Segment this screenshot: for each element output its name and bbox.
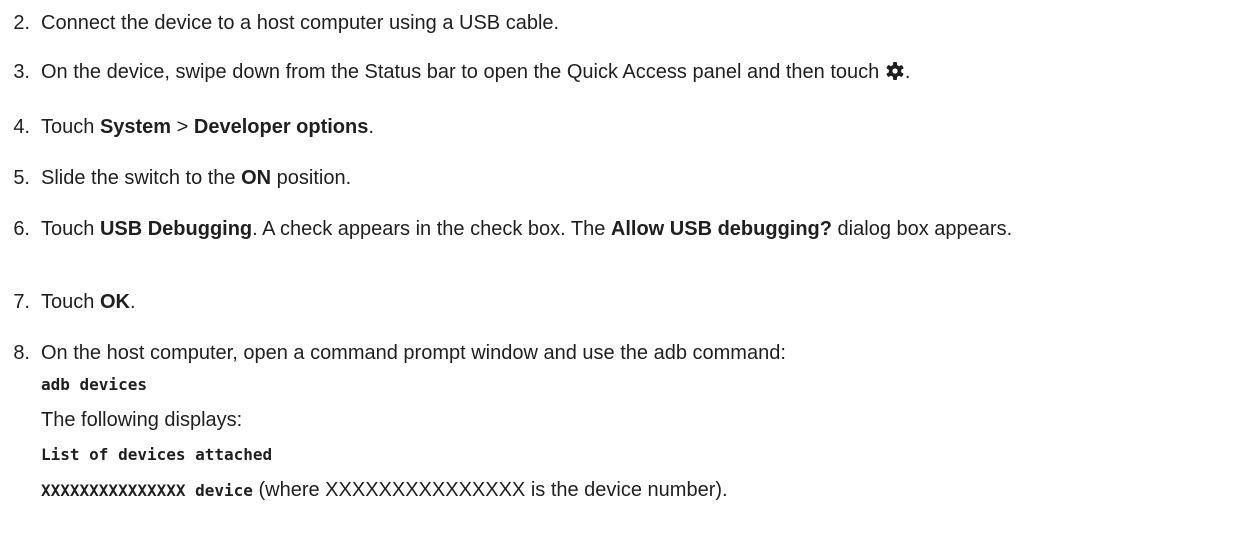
menu-separator: > (171, 116, 194, 138)
step-text: Touch (41, 218, 100, 240)
instruction-page: 2. Connect the device to a host computer… (0, 0, 1249, 554)
step-content: On the device, swipe down from the Statu… (41, 59, 1241, 85)
step-content: Touch OK. (41, 289, 1241, 315)
step-number: 7. (13, 291, 30, 313)
step-text-middle: . A check appears in the check box. The (252, 218, 611, 240)
step-text: Slide the switch to the (41, 167, 242, 189)
switch-state-on: ON (241, 167, 272, 189)
step-content: Slide the switch to the ON position. (41, 165, 1241, 191)
step-number: 6. (13, 218, 30, 240)
step-text-end: . (904, 61, 911, 83)
step-text-end: . (368, 116, 374, 138)
command-adb-devices: adb devices (41, 375, 147, 394)
step-content: On the host computer, open a command pro… (41, 340, 1241, 504)
ok-label: OK (99, 291, 130, 313)
step-text-end: dialog box appears. (832, 218, 1013, 240)
menu-path-developer-options: Developer options (193, 116, 369, 138)
following-displays-text: The following displays: (41, 409, 243, 431)
dialog-title-allow-usb-debugging: Allow USB debugging? (610, 218, 832, 240)
menu-path-system: System (99, 116, 172, 138)
output-device-line: XXXXXXXXXXXXXXX device (where XXXXXXXXXX… (41, 477, 1241, 504)
settings-gear-icon (885, 61, 905, 81)
output-list-header: List of devices attached (41, 445, 273, 464)
output-device-code: XXXXXXXXXXXXXXX device (41, 481, 253, 500)
step-content: Touch USB Debugging. A check appears in … (41, 216, 1241, 242)
step-content: Touch System > Developer options. (41, 114, 1241, 140)
step-text: On the host computer, open a command pro… (41, 342, 786, 364)
step-text: Touch (41, 291, 100, 313)
step-text-end: . (129, 291, 136, 313)
step-text: Connect the device to a host computer us… (41, 12, 560, 34)
step-text: Touch (41, 116, 100, 138)
step-number: 5. (13, 167, 30, 189)
step-number: 8. (13, 342, 30, 364)
output-device-note: (where XXXXXXXXXXXXXXX is the device num… (252, 479, 728, 501)
step-text: On the device, swipe down from the Statu… (41, 61, 885, 83)
step-number: 4. (13, 116, 30, 138)
usb-debugging-label: USB Debugging (99, 218, 253, 240)
step-text-end: position. (271, 167, 352, 189)
step-number: 3. (13, 61, 30, 83)
step-number: 2. (13, 12, 30, 34)
